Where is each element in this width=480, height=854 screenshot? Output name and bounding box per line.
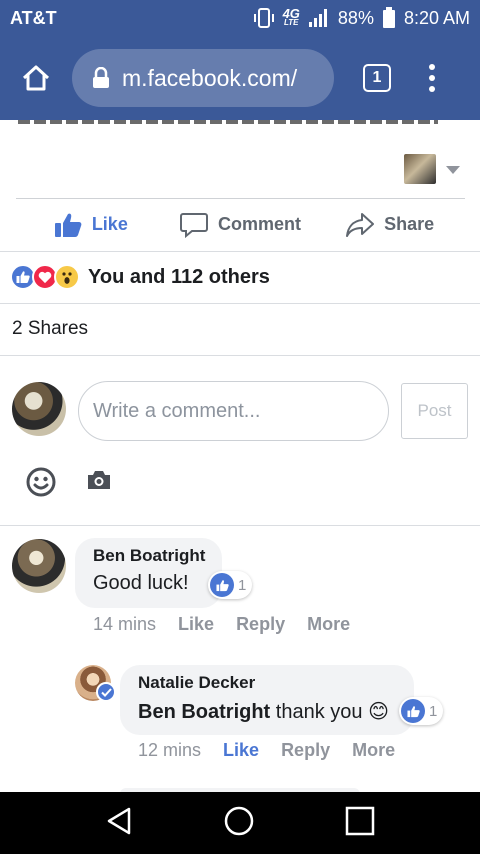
divider [0,303,480,304]
reaction-icons [10,264,80,290]
like-label: Like [91,214,128,234]
signal-icon [308,8,330,28]
home-circle-icon [224,806,254,835]
smiling-emoji: 😊 [368,701,389,723]
comment-label: Comment [218,214,302,234]
share-icon [346,212,375,237]
post-actions: Like Comment Share [16,198,465,250]
thumbs-up-icon [54,213,82,237]
like-count: 1 [238,576,247,594]
status-right: 4G LTE 88% 8:20 AM [253,7,470,29]
comment-meta: 14 mins Like Reply More [93,614,372,635]
wow-reaction-icon [54,264,80,290]
share-label: Share [384,214,435,234]
status-bar: AT&T 4G LTE 88% 8:20 AM [0,0,480,36]
share-button[interactable]: Share [315,212,465,238]
reply-like-button[interactable]: Like [223,740,259,761]
comment-bubble: Ben Boatright Good luck! [75,538,222,608]
network-type-icon: 4G LTE [282,6,300,27]
comment-more-button[interactable]: More [307,614,350,635]
like-reaction-icon [210,573,234,597]
verified-icon [96,682,116,702]
emoji-button[interactable] [25,466,57,503]
comment-input[interactable]: Write a comment... [78,381,389,441]
reply-time[interactable]: 12 mins [138,740,201,761]
menu-dot [429,64,435,70]
post-options-row [0,150,480,190]
divider [0,525,480,526]
like-reaction-icon [401,699,425,723]
recents-button[interactable] [345,806,375,841]
home-button[interactable] [0,36,72,120]
reactions-summary[interactable]: You and 112 others [10,262,270,292]
reactions-text: You and 112 others [88,265,270,288]
url-text: m.facebook.com/ [122,64,298,91]
commenter-avatar[interactable] [12,539,66,593]
reply-like-count[interactable]: 1 [399,697,444,725]
system-nav-bar [0,792,480,854]
reply-text: Ben Boatright thank you 😊 [138,699,398,724]
comment-icon [180,212,208,238]
comment-placeholder: Write a comment... [93,399,261,422]
url-field[interactable]: m.facebook.com/ [72,49,334,107]
browser-toolbar: m.facebook.com/ 1 [0,36,480,120]
current-user-avatar [12,382,66,436]
menu-dot [429,86,435,92]
back-icon [107,807,131,834]
tabs-button[interactable]: 1 [342,64,412,92]
back-button[interactable] [105,806,133,841]
battery-icon [382,7,396,29]
reply-bubble: Natalie Decker Ben Boatright thank you 😊 [120,665,414,735]
camera-button[interactable] [86,468,112,497]
comment-like-count[interactable]: 1 [208,571,253,599]
chevron-down-icon[interactable] [446,166,460,174]
post-thumbnail[interactable] [404,154,436,184]
comment-like-button[interactable]: Like [178,614,214,635]
comment-time[interactable]: 14 mins [93,614,156,635]
home-icon [22,65,50,91]
menu-dot [429,75,435,81]
clock: 8:20 AM [403,7,470,28]
post-button[interactable]: Post [401,383,468,439]
reply-body: thank you [275,701,363,723]
comment-button[interactable]: Comment [166,212,316,238]
reply-meta: 12 mins Like Reply More [138,740,417,761]
camera-icon [88,471,110,489]
like-count: 1 [429,702,438,720]
comment-text: Good luck! [93,572,189,594]
reply-mention[interactable]: Ben Boatright [138,701,270,723]
reply-more-button[interactable]: More [352,740,395,761]
comment-reply-button[interactable]: Reply [236,614,285,635]
reply-reply-button[interactable]: Reply [281,740,330,761]
divider [0,251,480,252]
battery-percent: 88% [337,7,374,28]
divider [0,355,480,356]
recents-icon [345,806,375,835]
vibrate-icon [253,7,275,29]
reply-author[interactable]: Natalie Decker [138,673,398,693]
comment-author[interactable]: Ben Boatright [93,546,206,566]
shares-count[interactable]: 2 Shares [12,318,88,340]
overflow-menu-button[interactable] [412,64,452,92]
smiley-icon [26,467,56,497]
post-text-cutoff [0,120,480,128]
carrier-label: AT&T [10,7,57,28]
lock-icon [92,67,110,89]
home-nav-button[interactable] [223,805,255,842]
tab-count: 1 [363,64,391,92]
like-button[interactable]: Like [16,212,166,238]
